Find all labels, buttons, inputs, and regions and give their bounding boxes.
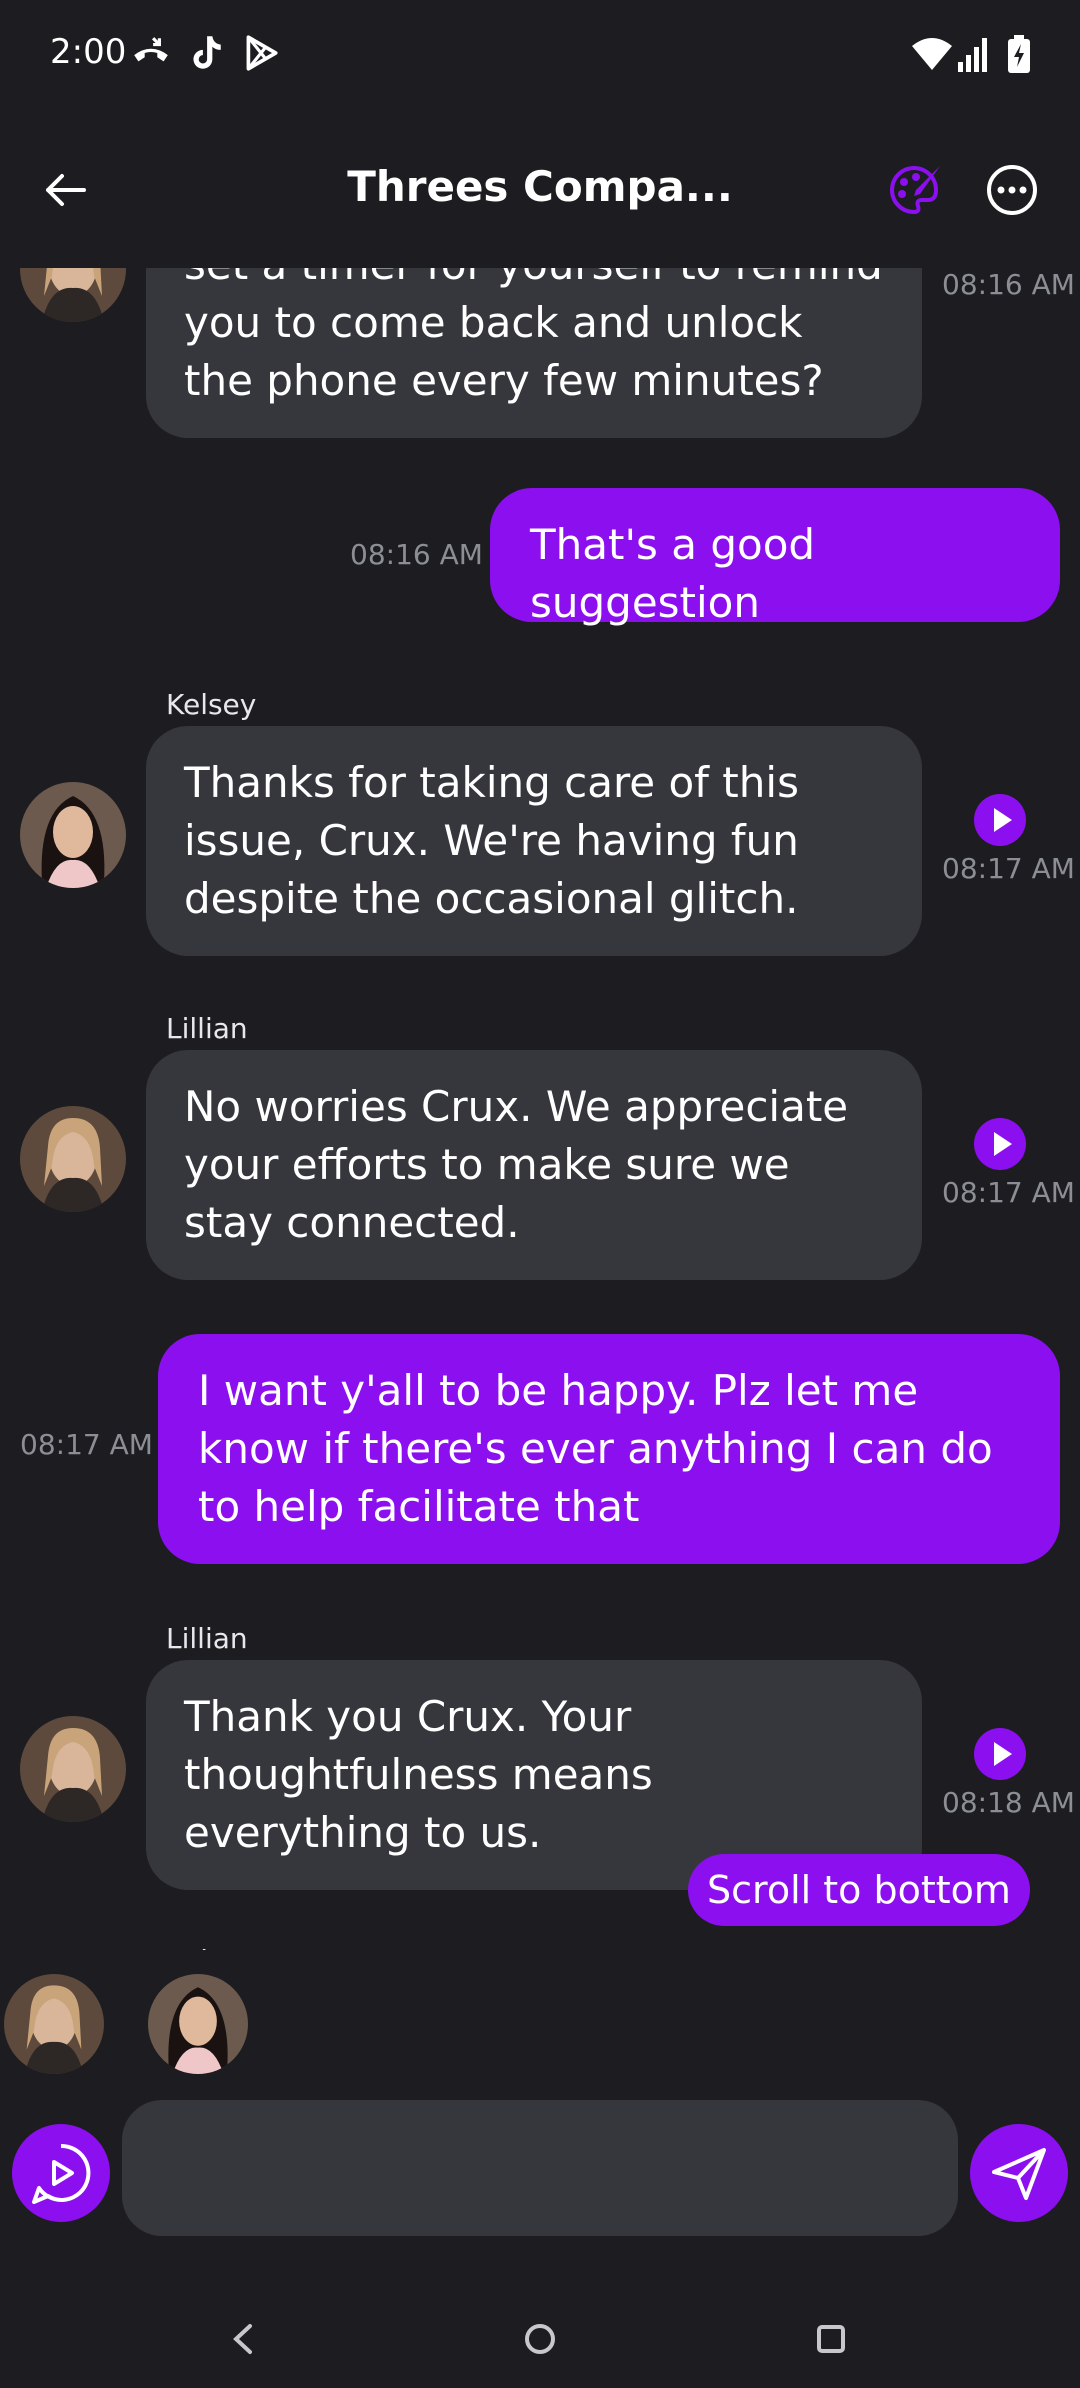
avatar-lillian (20, 1106, 126, 1212)
message-timestamp: 08:17 AM (942, 1176, 1075, 1209)
nav-recents-icon[interactable] (796, 2304, 866, 2374)
voice-chat-button[interactable] (12, 2124, 110, 2222)
play-store-icon (246, 35, 278, 71)
avatar-lillian (20, 1716, 126, 1822)
battery-charging-icon (1008, 35, 1030, 73)
message-timestamp: 08:16 AM (350, 538, 483, 571)
send-icon (992, 2148, 1046, 2200)
avatar-lillian (4, 1974, 104, 2074)
message-bubble-incoming[interactable]: set a timer for yourself to remind you t… (146, 268, 922, 438)
signal-icon (958, 38, 987, 72)
chat-title: Threes Compa... (347, 162, 733, 211)
tiktok-icon (193, 36, 221, 69)
message-bubble-incoming[interactable]: No worries Crux. We appreciate your effo… (146, 1050, 922, 1280)
message-timestamp: 08:17 AM (942, 852, 1075, 885)
more-options-icon[interactable] (982, 160, 1042, 220)
scroll-to-bottom-button[interactable]: Scroll to bottom (688, 1854, 1030, 1926)
avatar-lillian (20, 268, 126, 322)
sender-name: Lillian (166, 1012, 248, 1045)
avatar-kelsey (20, 782, 126, 888)
message-list[interactable]: set a timer for yourself to remind you t… (0, 268, 1080, 1958)
sender-name: Kelsey (166, 688, 257, 721)
wifi-icon (912, 38, 952, 70)
chat-header: Threes Compa... (0, 110, 1080, 270)
message-timestamp: 08:17 AM (20, 1428, 153, 1461)
send-button[interactable] (970, 2124, 1068, 2222)
status-time: 2:00 (50, 32, 127, 72)
missed-call-icon (134, 37, 168, 62)
back-arrow-icon[interactable] (36, 160, 96, 220)
play-audio-button[interactable] (974, 794, 1026, 846)
message-timestamp: 08:16 AM (942, 268, 1075, 301)
message-bubble-outgoing[interactable]: That's a good suggestion (490, 488, 1060, 627)
system-nav-bar (0, 2290, 1080, 2388)
nav-back-icon[interactable] (208, 2304, 278, 2374)
message-timestamp: 08:18 AM (942, 1786, 1075, 1819)
message-input[interactable] (122, 2100, 958, 2236)
avatar-kelsey (148, 1974, 248, 2074)
voice-chat-icon (32, 2143, 91, 2204)
message-bubble-incoming[interactable]: Thanks for taking care of this issue, Cr… (146, 726, 922, 956)
play-audio-button[interactable] (974, 1118, 1026, 1170)
status-bar: 2:00 (0, 0, 1080, 110)
sender-name: Lillian (166, 1622, 248, 1655)
message-bubble-outgoing[interactable]: I want y'all to be happy. Plz let me kno… (158, 1334, 1060, 1564)
typing-indicator-row (0, 1950, 1080, 2080)
nav-home-icon[interactable] (505, 2304, 575, 2374)
palette-icon[interactable] (884, 160, 944, 220)
play-audio-button[interactable] (974, 1728, 1026, 1780)
